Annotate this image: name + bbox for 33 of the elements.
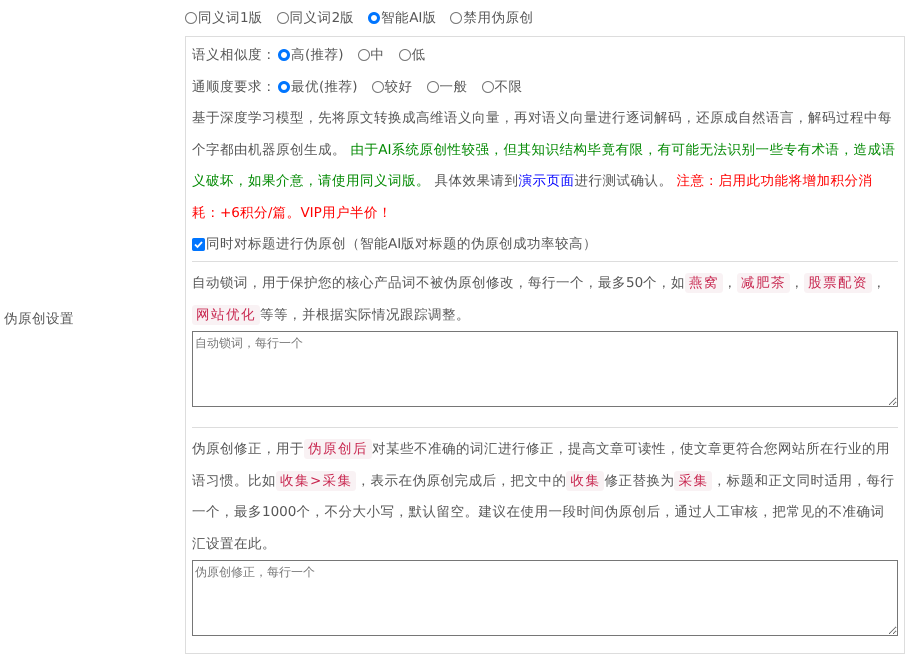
- mode-option[interactable]: 禁用伪原创: [450, 8, 534, 28]
- radio-icon[interactable]: [426, 81, 439, 93]
- radio-icon[interactable]: [450, 12, 462, 24]
- radio-icon[interactable]: [398, 49, 411, 61]
- choice-option[interactable]: 中: [358, 44, 385, 66]
- radio-icon[interactable]: [276, 12, 289, 24]
- radio-icon[interactable]: [368, 12, 380, 24]
- radio-icon[interactable]: [358, 49, 370, 61]
- mode-option[interactable]: 同义词2版: [276, 8, 354, 28]
- corrections-field[interactable]: 伪原创修正，每行一个: [192, 560, 898, 636]
- mode-option[interactable]: 智能AI版: [368, 8, 436, 28]
- radio-icon[interactable]: [278, 49, 290, 61]
- choice-option[interactable]: 较好: [372, 76, 413, 98]
- corrections-description: 伪原创修正，用于 伪原创后 对某些不准确的词汇进行修正，提高文章可读性，使文章更符合您网站所在行业的用语习惯。比如 收集>采集 ，表示在伪原创完成后，把文中的 收集 修正替换为 采集 ，标题和正文同时适用，每行一个，最多1000个，不分大小写，默认留空。建议在使用一段时间伪原创后，通过人工审核，把常见的不准确词汇设置在此。: [192, 438, 896, 554]
- checkbox-label[interactable]: 同时对标题进行伪原创（智能AI版对标题的伪原创成功率较高）: [206, 234, 598, 254]
- choice-option[interactable]: 低: [398, 44, 426, 66]
- radio-icon[interactable]: [482, 81, 494, 93]
- radio-icon[interactable]: [278, 81, 290, 93]
- form-label: 伪原创设置: [4, 310, 74, 329]
- radio-icon[interactable]: [372, 81, 384, 93]
- choice-option[interactable]: 不限: [482, 76, 523, 98]
- checkbox[interactable]: [192, 238, 205, 250]
- demo-page-link[interactable]: 演示页面: [518, 173, 574, 189]
- radio-icon[interactable]: [185, 12, 197, 24]
- choice-option[interactable]: 高(推荐): [278, 44, 344, 66]
- choice-option[interactable]: 一般: [426, 76, 468, 98]
- option-label: 通顺度要求：: [192, 78, 276, 97]
- ai-description: 基于深度学习模型，先将原文转换成高维语义向量，再对语义向量进行逐词解码，还原成自然语言，解码过程中每个字都由机器原创生成。 由于AI系统原创性较强，但其知识结构毕竟有限，有可能无法识别一些专有术语，造成语义破坏，如果介意，请使用同义词版。 具体效果请到演示页面进行测试确认。 注意：启用此功能将增加积分消耗：+6积分/篇。VIP用户半价！: [192, 109, 897, 222]
- choice-option[interactable]: 最优(推荐): [278, 76, 358, 98]
- option-label: 语义相似度：: [192, 46, 276, 65]
- mode-option[interactable]: 同义词1版: [185, 8, 263, 28]
- lock-words-description: 自动锁词，用于保护您的核心产品词不被伪原创修改，每行一个，最多50个，如 燕窝 ， 减肥茶 ， 股票配资 ， 网站优化 等等，并根据实际情况跟踪调整。: [192, 272, 888, 326]
- lock-words-field[interactable]: 自动锁词，每行一个: [192, 331, 898, 407]
